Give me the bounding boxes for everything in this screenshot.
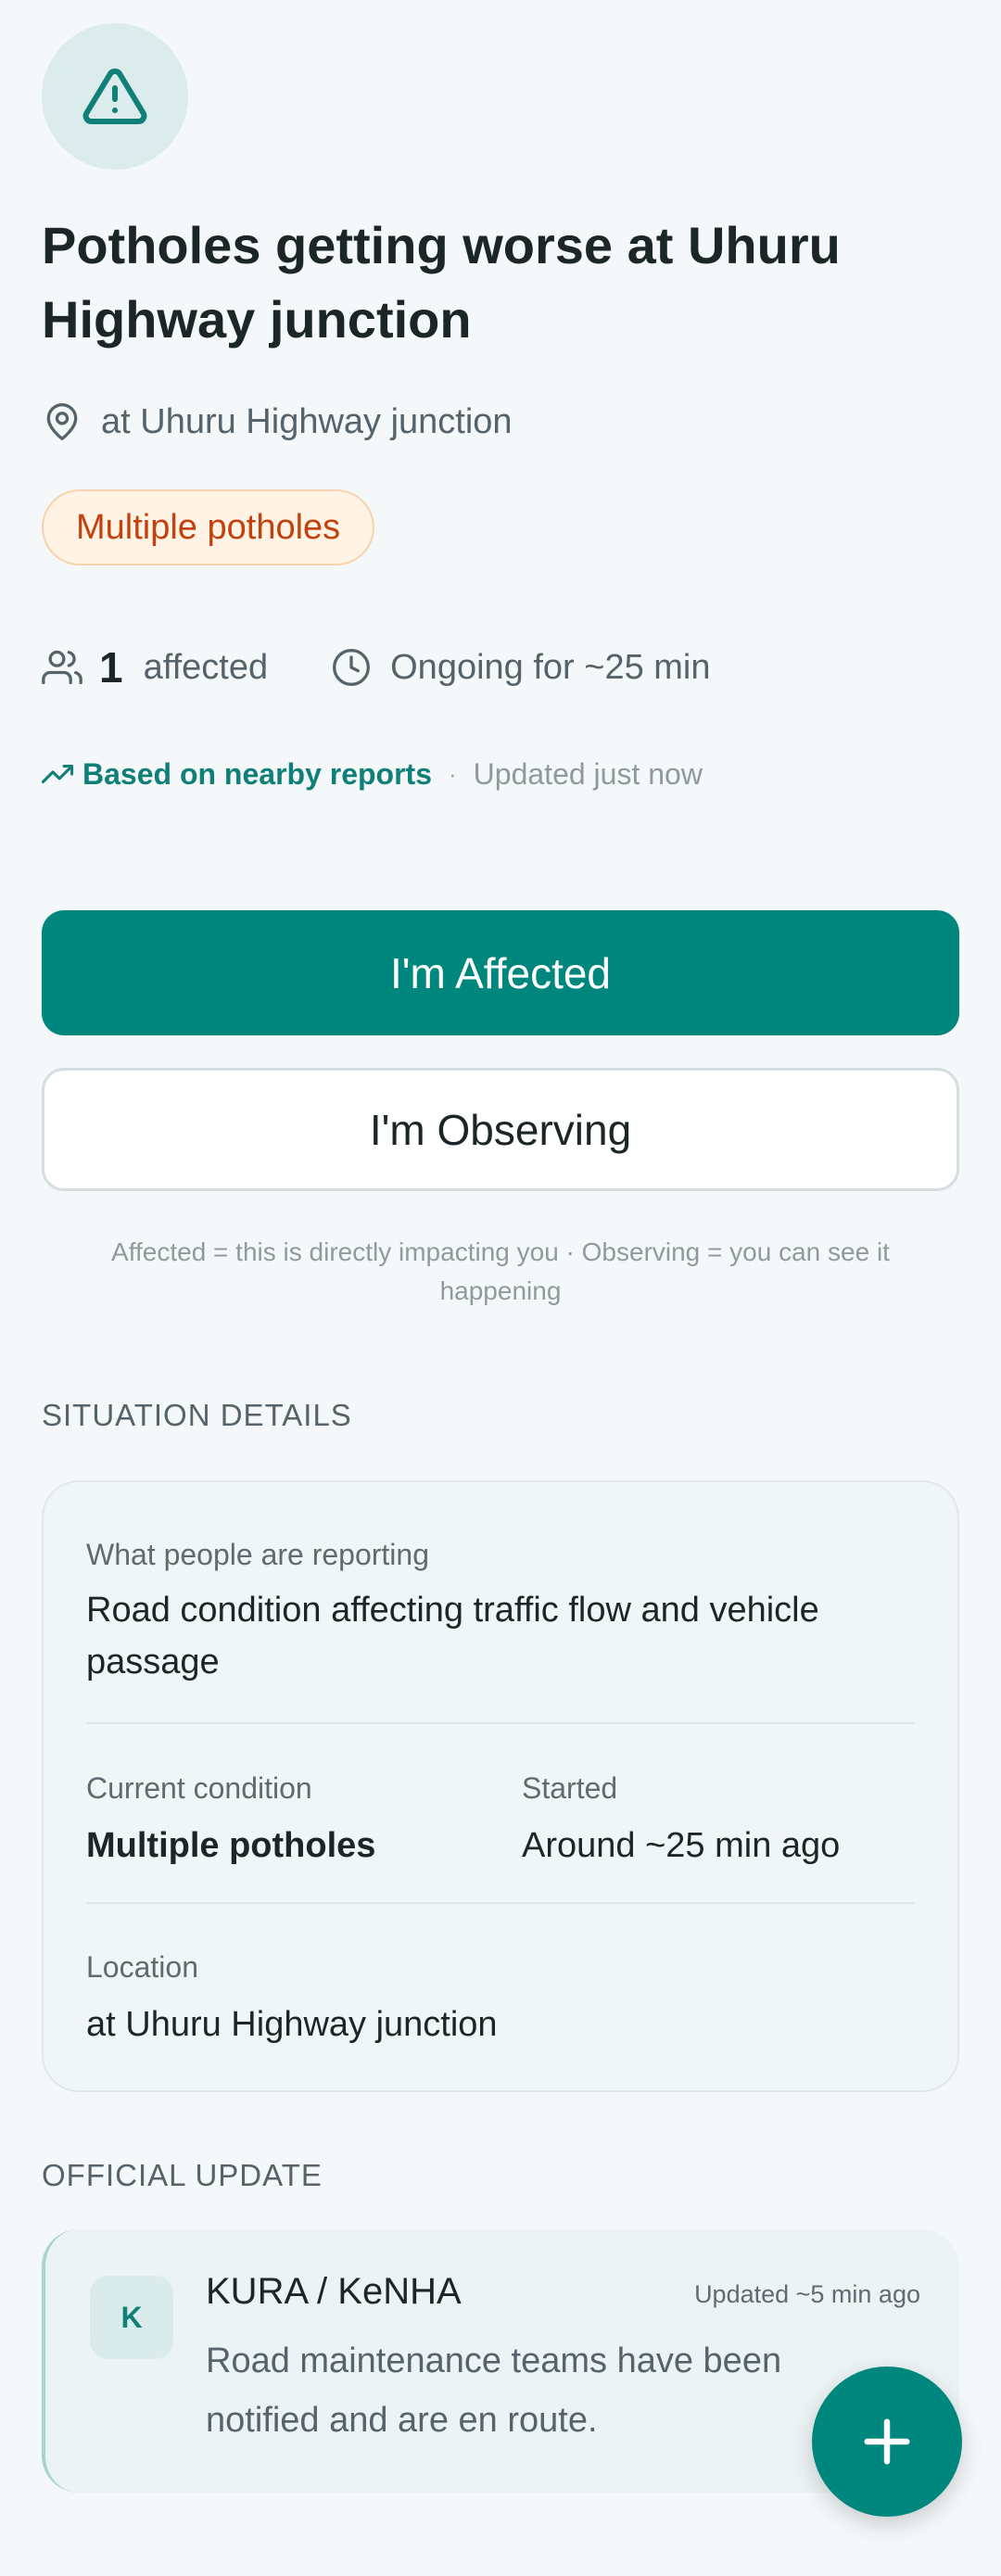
divider [86, 1722, 915, 1724]
incident-location: at Uhuru Highway junction [42, 394, 513, 450]
source-text: Based on nearby reports [82, 756, 432, 791]
condition-label: Current condition [86, 1771, 312, 1805]
users-icon [42, 650, 82, 685]
map-pin-icon [46, 403, 78, 440]
official-update-heading: OFFICIAL UPDATE [42, 2158, 323, 2192]
divider [86, 1902, 915, 1904]
affected-button[interactable]: I'm Affected [42, 910, 959, 1035]
avatar: K [90, 2276, 173, 2359]
started-value: Around ~25 min ago [522, 1826, 841, 1865]
action-hint: Affected = this is directly impacting yo… [111, 1237, 890, 1305]
updated-text: Updated just now [473, 756, 703, 791]
incident-stats: 1 affected Ongoing for ~25 min [42, 635, 711, 700]
add-report-button[interactable] [812, 2367, 962, 2517]
report-meta: Based on nearby reports · Updated just n… [42, 751, 703, 797]
location-value: at Uhuru Highway junction [86, 2005, 498, 2044]
official-org: KURA / KeNHA [206, 2271, 462, 2312]
official-message: Road maintenance teams have been notifie… [206, 2341, 782, 2440]
location-label: Location [86, 1950, 198, 1984]
location-text: at Uhuru Highway junction [101, 401, 513, 441]
affected-label: affected [143, 647, 269, 687]
situation-details-heading: SITUATION DETAILS [42, 1398, 352, 1432]
incident-title: Potholes getting worse at Uhuru Highway … [42, 216, 841, 349]
plus-icon [864, 2418, 910, 2465]
started-label: Started [522, 1771, 618, 1805]
condition-badge: Multiple potholes [42, 489, 375, 565]
clock-icon [333, 649, 371, 686]
incident-hero-icon [42, 23, 188, 170]
trending-up-icon [42, 764, 73, 784]
warning-triangle-icon [82, 68, 147, 124]
reporting-label: What people are reporting [86, 1538, 429, 1571]
official-updated: Updated ~5 min ago [694, 2280, 920, 2308]
situation-details-card: What people are reporting Road condition… [42, 1480, 959, 2092]
condition-value: Multiple potholes [86, 1826, 376, 1865]
reporting-value: Road condition affecting traffic flow an… [86, 1591, 819, 1681]
observing-button[interactable]: I'm Observing [42, 1068, 959, 1191]
meta-separator: · [449, 759, 457, 788]
duration-text: Ongoing for ~25 min [390, 647, 711, 687]
affected-count: 1 [99, 643, 123, 692]
